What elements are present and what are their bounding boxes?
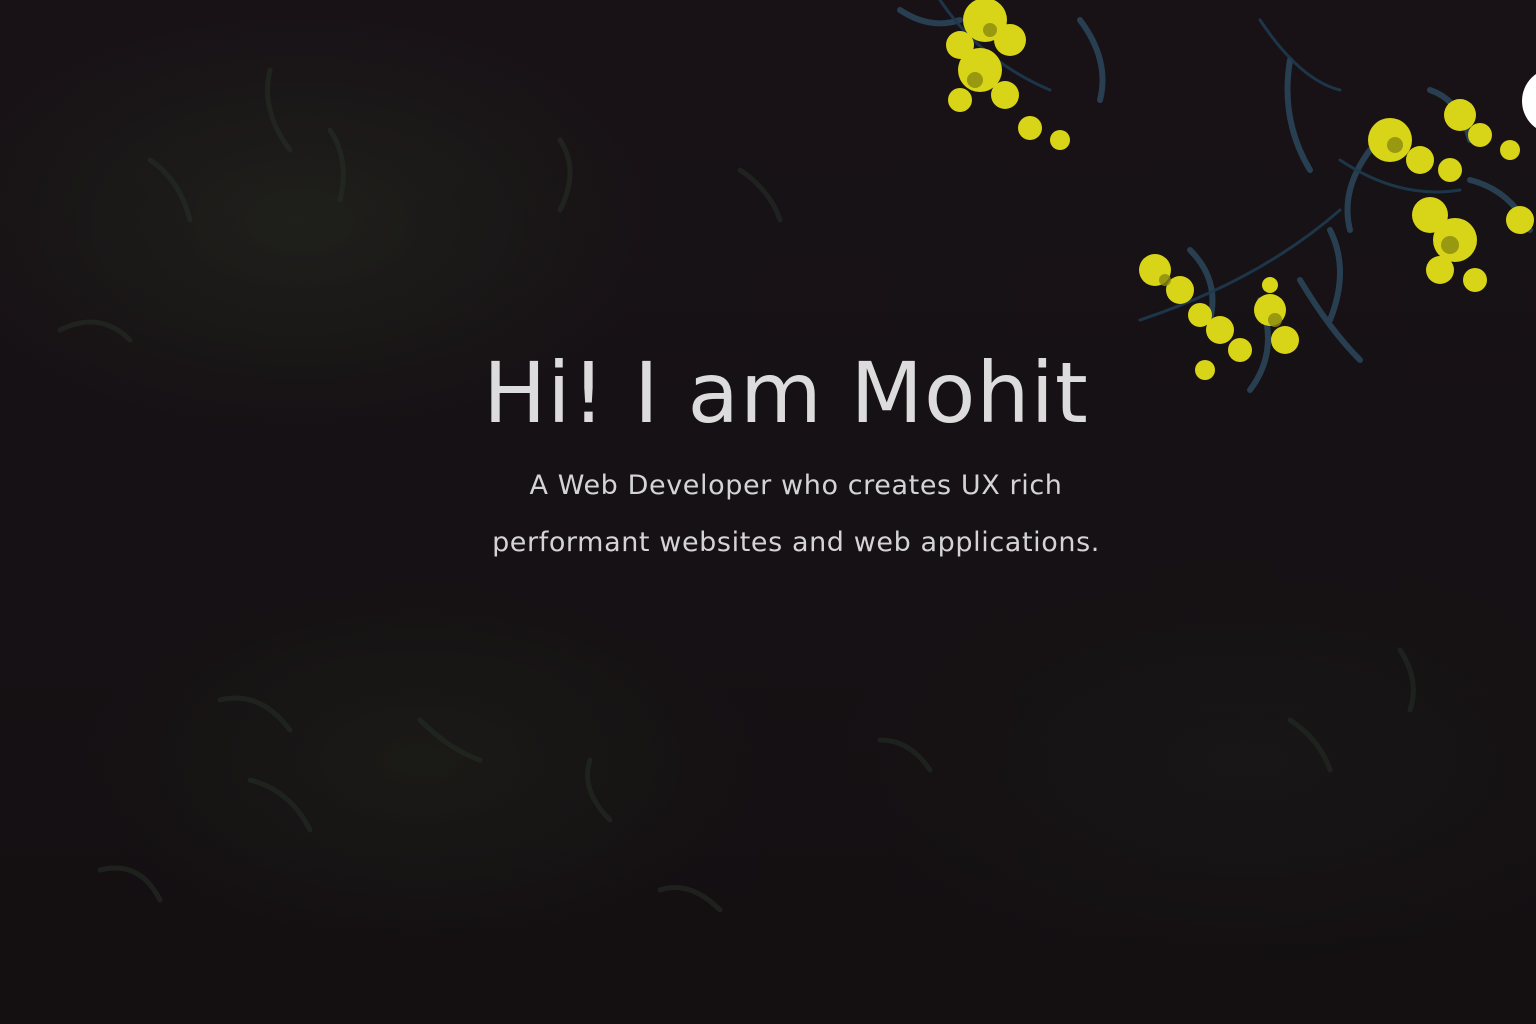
hero-tagline-line1: A Web Developer who creates UX rich	[529, 470, 1063, 501]
hero-heading: Hi! I am Mohit	[483, 344, 1089, 442]
hero-content: Hi! I am Mohit A Web Developer who creat…	[0, 0, 1536, 1024]
hero-tagline-line2: performant websites and web applications…	[492, 527, 1100, 558]
hero-section: Hi! I am Mohit A Web Developer who creat…	[0, 0, 1536, 1024]
